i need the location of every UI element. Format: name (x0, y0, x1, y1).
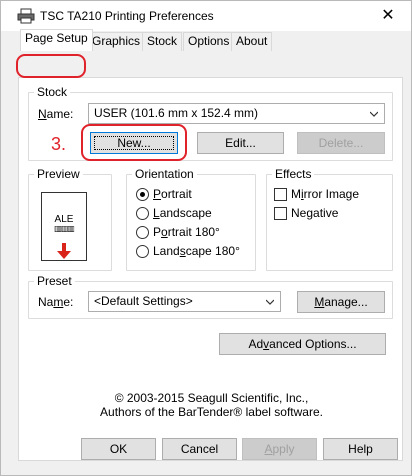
label-preview-paper: ALE ▥▥▥ (41, 192, 87, 261)
preset-group: Preset Name: <Default Settings> Manage..… (28, 274, 393, 319)
manage-presets-button[interactable]: Manage... (297, 291, 385, 313)
checkbox[interactable] (274, 207, 287, 220)
stock-name-dropdown[interactable]: USER (101.6 mm x 152.4 mm) (88, 103, 385, 124)
tab-about[interactable]: About (231, 32, 273, 51)
radio-button[interactable] (136, 226, 149, 239)
chevron-down-icon (266, 299, 274, 305)
edit-stock-button[interactable]: Edit... (197, 132, 284, 154)
apply-button-label: Apply (264, 442, 295, 456)
new-button-highlight-annotation (81, 124, 187, 161)
preset-group-label: Preset (34, 274, 75, 288)
apply-button[interactable]: Apply (242, 438, 317, 460)
stock-group: Stock Name: USER (101.6 mm x 152.4 mm) 3… (28, 85, 393, 161)
copyright-line-2: Authors of the BarTender® label software… (100, 405, 323, 419)
help-button[interactable]: Help (323, 438, 398, 460)
close-button[interactable]: ✕ (365, 1, 411, 31)
landscape-label: Landscape (153, 206, 212, 220)
radio-button[interactable] (136, 207, 149, 220)
cancel-button[interactable]: Cancel (162, 438, 237, 460)
window-title: TSC TA210 Printing Preferences (40, 9, 214, 23)
stock-group-label: Stock (34, 85, 71, 99)
portrait-label: Portrait (153, 187, 192, 201)
advanced-options-button[interactable]: Advanced Options... (219, 333, 386, 355)
orientation-group-label: Orientation (132, 167, 197, 181)
preview-group: Preview ALE ▥▥▥ (28, 167, 112, 271)
tab-stock[interactable]: Stock (142, 32, 183, 51)
preview-group-label: Preview (34, 167, 83, 181)
feed-direction-arrow-icon (57, 243, 71, 259)
page-setup-pane: Stock Name: USER (101.6 mm x 152.4 mm) 3… (18, 77, 403, 461)
title-bar: TSC TA210 Printing Preferences ✕ (1, 1, 411, 31)
radio-button[interactable] (136, 245, 149, 258)
mirror-image-label: Mirror Image (291, 187, 360, 201)
orientation-group: Orientation Portrait Landscape Portrait … (126, 167, 256, 271)
tab-page-setup[interactable]: Page Setup (20, 29, 93, 51)
effects-group: Effects Mirror Image Negative (266, 167, 393, 271)
printing-preferences-window: TSC TA210 Printing Preferences ✕ Page Se… (0, 0, 412, 476)
step-number-annotation: 3. (51, 134, 67, 154)
delete-stock-button[interactable]: Delete... (297, 132, 385, 154)
negative-label: Negative (291, 206, 339, 220)
manage-button-label: Manage... (314, 295, 368, 309)
chevron-down-icon (370, 111, 378, 117)
landscape-180-label: Landscape 180° (153, 244, 240, 258)
tab-graphics[interactable]: Graphics (87, 32, 146, 51)
tab-options[interactable]: Options (183, 32, 235, 51)
preset-name-value: <Default Settings> (94, 294, 193, 308)
delete-button-label: Delete... (318, 136, 364, 150)
advanced-options-label: Advanced Options... (248, 337, 357, 351)
stock-name-value: USER (101.6 mm x 152.4 mm) (94, 106, 259, 120)
effects-group-label: Effects (272, 167, 315, 181)
barcode-icon: ▥▥▥ (54, 224, 75, 233)
ok-button[interactable]: OK (81, 438, 156, 460)
checkbox[interactable] (274, 188, 287, 201)
preset-name-label: Name: (38, 295, 74, 309)
stock-name-label: Name: (38, 107, 74, 121)
portrait-180-label: Portrait 180° (153, 225, 220, 239)
preset-name-dropdown[interactable]: <Default Settings> (88, 291, 281, 312)
radio-button-checked[interactable] (136, 188, 149, 201)
printer-icon (17, 8, 35, 24)
edit-button-label: Edit... (225, 136, 256, 150)
copyright-line-1: © 2003-2015 Seagull Scientific, Inc., (114, 391, 309, 405)
tab-highlight-annotation (16, 54, 86, 78)
